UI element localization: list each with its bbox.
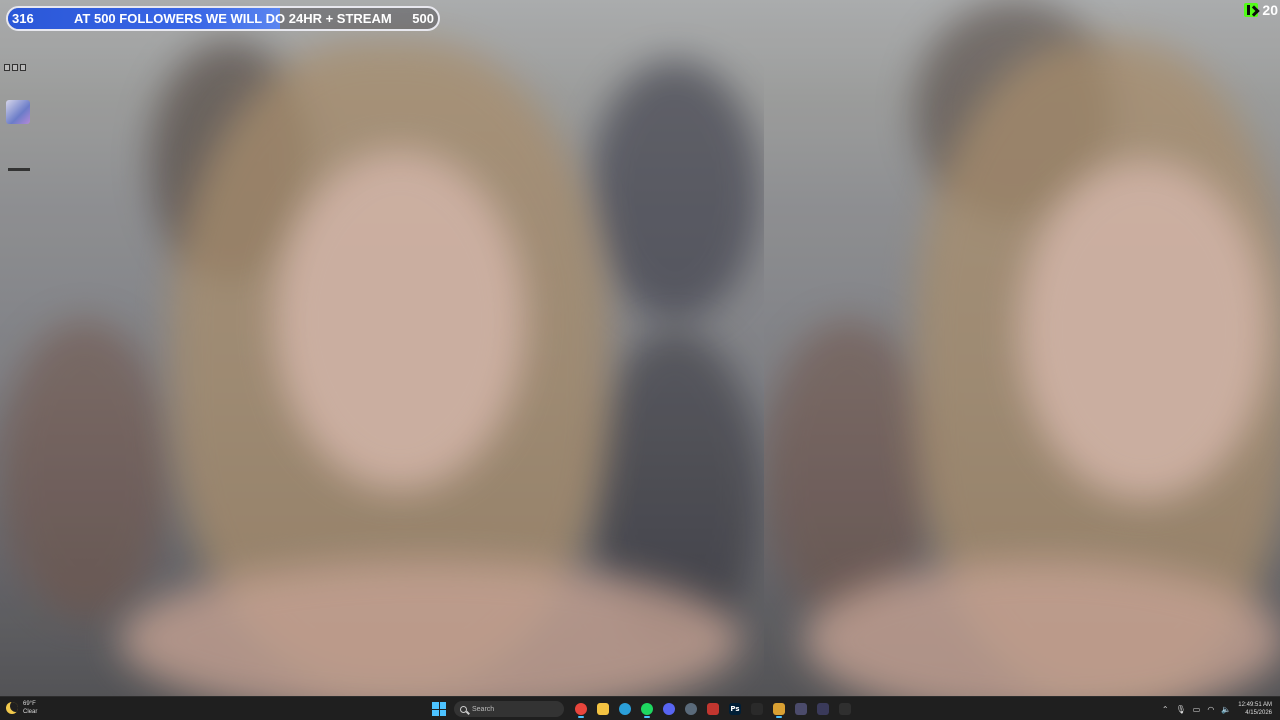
app-11-icon: [795, 703, 807, 715]
discord-icon: [663, 703, 675, 715]
kick-logo-icon: [1244, 3, 1259, 17]
acrobat-icon: [707, 703, 719, 715]
desktop-shortcut-app[interactable]: [4, 100, 32, 124]
weather-widget[interactable]: 69°F Clear: [6, 700, 37, 716]
steam-icon: [685, 703, 697, 715]
follower-goal-bar: 316 AT 500 FOLLOWERS WE WILL DO 24HR + S…: [6, 6, 440, 31]
app-shortcut-icon: [6, 100, 30, 124]
goal-current-count: 316: [12, 11, 34, 26]
clock-date: 4/15/2026: [1245, 710, 1272, 716]
taskbar-app-chrome[interactable]: [570, 700, 592, 718]
windows-logo-icon: [432, 702, 439, 709]
taskbar-app-app-11[interactable]: [790, 700, 812, 718]
desktop-mini-icons[interactable]: [4, 64, 26, 71]
pinned-apps: Ps: [570, 700, 856, 718]
edge-icon: [619, 703, 631, 715]
goal-target-count: 500: [412, 11, 434, 26]
obs-icon: [773, 703, 785, 715]
goal-message: AT 500 FOLLOWERS WE WILL DO 24HR + STREA…: [74, 11, 392, 26]
monitor-icon[interactable]: ▭: [1193, 705, 1201, 714]
window-icon: [20, 64, 26, 71]
taskbar-app-app-13[interactable]: [834, 700, 856, 718]
taskbar-app-edge[interactable]: [614, 700, 636, 718]
weather-temp: 69°F: [23, 701, 36, 707]
photoshop-icon: Ps: [729, 703, 741, 715]
taskbar-app-spotify[interactable]: [636, 700, 658, 718]
taskbar-app-file-explorer[interactable]: [592, 700, 614, 718]
taskbar-app-app-12[interactable]: [812, 700, 834, 718]
search-placeholder: Search: [472, 705, 495, 713]
viewer-count: 20: [1262, 2, 1278, 18]
desktop-shortcut-document[interactable]: [4, 168, 34, 171]
photo-panel-left: [0, 0, 764, 696]
photo-panel-right: [764, 0, 1280, 696]
clock[interactable]: 12:49:51 AM 4/15/2026: [1238, 701, 1272, 717]
search-icon: [460, 705, 467, 713]
taskbar-app-discord[interactable]: [658, 700, 680, 718]
start-button[interactable]: [432, 702, 446, 716]
window-icon: [4, 64, 10, 71]
clock-time: 12:49:51 AM: [1238, 702, 1272, 708]
taskbar-app-photoshop[interactable]: Ps: [724, 700, 746, 718]
microphone-icon[interactable]: 🎙: [1176, 705, 1186, 714]
taskbar-search[interactable]: Search: [454, 701, 564, 717]
window-icon: [12, 64, 18, 71]
wifi-icon[interactable]: ◠: [1207, 705, 1214, 714]
app-13-icon: [839, 703, 851, 715]
taskbar-app-terminal[interactable]: [746, 700, 768, 718]
kick-viewer-badge: 20: [1244, 1, 1278, 19]
weather-condition: Clear: [23, 709, 38, 715]
file-explorer-icon: [597, 703, 609, 715]
volume-icon[interactable]: 🔈: [1221, 705, 1231, 714]
taskbar-center: Search Ps: [432, 700, 856, 718]
system-tray: ⌃ 🎙 ▭ ◠ 🔈 12:49:51 AM 4/15/2026: [1162, 699, 1272, 719]
terminal-icon: [751, 703, 763, 715]
chrome-icon: [575, 703, 587, 715]
taskbar: 69°F Clear Search Ps ⌃ 🎙 ▭ ◠ 🔈 12:49:51 …: [0, 696, 1280, 720]
spotify-icon: [641, 703, 653, 715]
chevron-up-icon[interactable]: ⌃: [1162, 705, 1169, 714]
taskbar-app-acrobat[interactable]: [702, 700, 724, 718]
taskbar-app-obs[interactable]: [768, 700, 790, 718]
moon-icon: [6, 702, 18, 714]
document-shortcut-icon: [8, 168, 30, 171]
app-12-icon: [817, 703, 829, 715]
taskbar-app-steam[interactable]: [680, 700, 702, 718]
